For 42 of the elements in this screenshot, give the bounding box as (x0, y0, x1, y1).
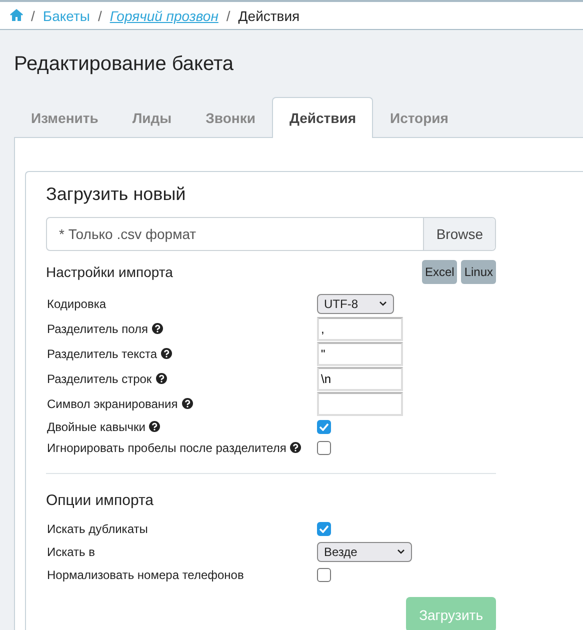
select-dropdown[interactable]: Везде (317, 542, 412, 562)
browse-button[interactable]: Browse (423, 218, 495, 250)
section-heading: Опции импорта (46, 492, 155, 509)
file-input[interactable]: * Только .csv формат Browse (46, 217, 496, 251)
field-label: Игнорировать пробелы после разделителя (47, 440, 286, 454)
text-field[interactable]: , (317, 316, 403, 340)
breadcrumb-current: Действия (238, 8, 300, 24)
text-field[interactable]: \n (317, 366, 403, 390)
checkbox[interactable] (317, 522, 331, 536)
select-dropdown[interactable]: UTF-8 (317, 294, 394, 314)
breadcrumb-separator: / (226, 8, 230, 24)
field-label: Кодировка (47, 296, 106, 310)
field-label: Символ экранирования (47, 396, 178, 410)
field-label: Разделитель текста (47, 346, 158, 360)
home-icon[interactable] (10, 8, 23, 24)
field-label: Разделитель поля (47, 322, 148, 336)
section-heading: Загрузить новый (46, 184, 187, 205)
page-title: Редактирование бакета (13, 52, 235, 77)
help-icon[interactable] (149, 421, 160, 432)
caret-icon (397, 549, 405, 554)
text-field[interactable] (317, 392, 403, 416)
tab[interactable]: Действия (272, 97, 374, 138)
field-label: Искать дубликаты (47, 522, 148, 536)
field-label: Двойные кавычки (47, 420, 146, 434)
help-icon[interactable] (290, 442, 302, 453)
checkbox[interactable] (317, 440, 331, 454)
field-label: Нормализовать номера телефонов (47, 568, 244, 582)
breadcrumb-separator: / (31, 8, 35, 24)
help-icon[interactable] (156, 373, 167, 384)
breadcrumb-separator: / (98, 8, 102, 24)
preset-button[interactable]: Linux (461, 260, 496, 284)
help-icon[interactable] (152, 323, 163, 334)
section-heading: Настройки импорта (46, 264, 173, 280)
field-label: Разделитель строк (47, 372, 152, 386)
checkbox[interactable] (317, 420, 331, 434)
caret-icon (379, 301, 387, 306)
text-field[interactable]: " (317, 342, 403, 366)
field-label: Искать в (47, 544, 96, 558)
checkbox[interactable] (317, 568, 331, 582)
help-icon[interactable] (182, 398, 193, 409)
preset-button[interactable]: Excel (422, 260, 458, 284)
help-icon[interactable] (161, 348, 172, 359)
